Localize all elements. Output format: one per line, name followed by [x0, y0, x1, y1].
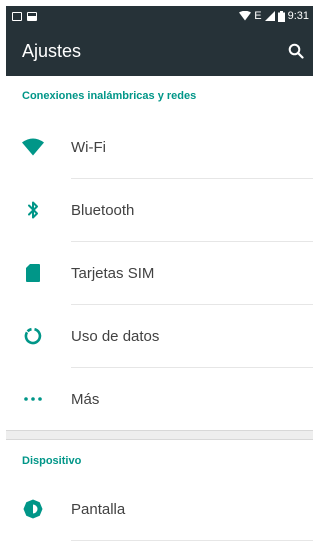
clock: 9:31 [287, 10, 309, 22]
settings-item-label: Más [71, 390, 100, 408]
section-wireless-networks: Conexiones inalámbricas y redes Wi-Fi Bl… [6, 76, 313, 430]
divider [71, 540, 313, 541]
search-icon [288, 43, 304, 59]
status-bar-notifications [12, 11, 37, 21]
settings-item-bluetooth[interactable]: Bluetooth [6, 179, 313, 241]
settings-item-label: Uso de datos [71, 327, 160, 345]
image-notification-icon [27, 11, 37, 21]
settings-item-wifi[interactable]: Wi-Fi [6, 116, 313, 178]
more-icon [22, 388, 44, 410]
section-header: Dispositivo [22, 455, 82, 467]
settings-item-sim-cards[interactable]: Tarjetas SIM [6, 242, 313, 304]
settings-item-display[interactable]: Pantalla [6, 478, 313, 540]
wifi-icon [22, 136, 44, 158]
status-bar: E 9:31 [6, 6, 313, 26]
settings-item-label: Tarjetas SIM [71, 264, 155, 282]
settings-item-label: Wi-Fi [71, 138, 106, 156]
page-title: Ajustes [22, 40, 82, 61]
wifi-signal-icon [239, 11, 252, 21]
search-button[interactable] [285, 40, 307, 62]
settings-item-more[interactable]: Más [6, 368, 313, 430]
app-toolbar: Ajustes [6, 26, 313, 76]
settings-list: Conexiones inalámbricas y redes Wi-Fi Bl… [6, 76, 313, 547]
status-bar-system: E 9:31 [239, 10, 309, 22]
battery-icon [277, 10, 285, 22]
notification-icon [12, 11, 22, 21]
network-type-label: E [254, 10, 262, 22]
section-device: Dispositivo Pantalla [6, 440, 313, 541]
settings-item-label: Bluetooth [71, 201, 135, 219]
bluetooth-icon [22, 199, 44, 221]
settings-item-label: Pantalla [71, 500, 126, 518]
sim-card-icon [22, 262, 44, 284]
mobile-signal-icon [264, 11, 275, 21]
section-separator [6, 430, 313, 440]
brightness-icon [22, 498, 44, 520]
data-usage-icon [22, 325, 44, 347]
settings-item-data-usage[interactable]: Uso de datos [6, 305, 313, 367]
section-header: Conexiones inalámbricas y redes [22, 90, 197, 102]
